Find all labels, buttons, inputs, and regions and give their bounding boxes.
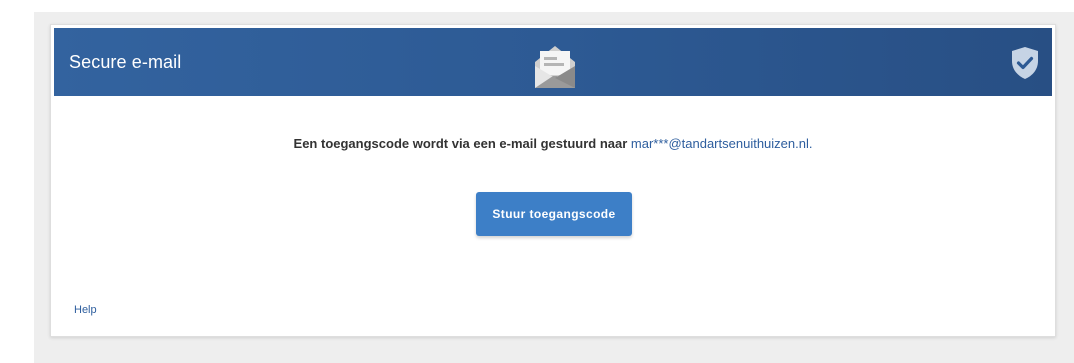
header-bar: Secure e-mail	[54, 28, 1052, 96]
access-code-message: Een toegangscode wordt via een e-mail ge…	[51, 136, 1055, 151]
header-title: Secure e-mail	[69, 52, 182, 72]
envelope-open-icon	[535, 46, 575, 88]
recipient-email: mar***@tandartsenuithuizen.nl.	[630, 136, 813, 151]
send-access-code-button[interactable]: Stuur toegangscode	[476, 192, 632, 236]
help-link[interactable]: Help	[74, 304, 97, 316]
message-text: Een toegangscode wordt via een e-mail ge…	[293, 136, 631, 151]
shield-check-icon	[1012, 47, 1038, 79]
secure-mail-card: Secure e-mail Een toegangscode wordt via…	[50, 24, 1056, 337]
